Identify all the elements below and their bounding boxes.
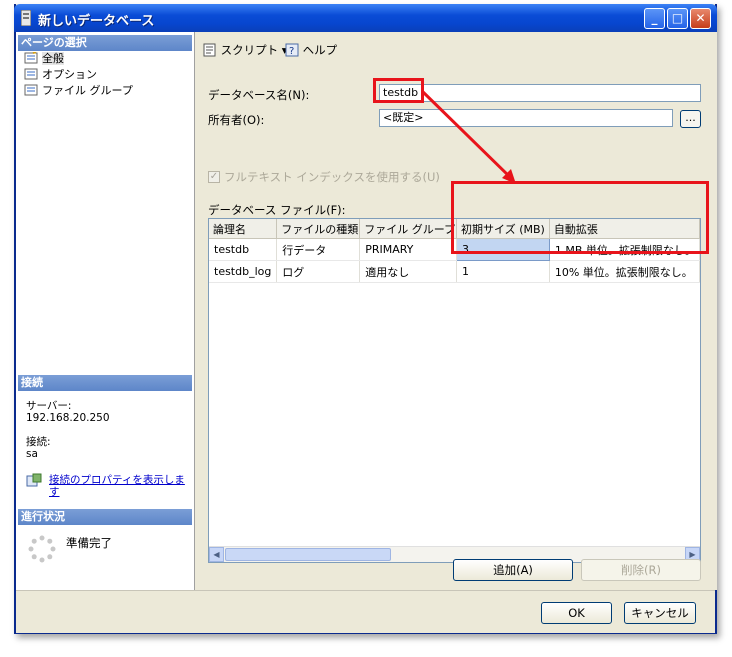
add-button[interactable]: 追加(A): [453, 559, 573, 581]
dialog-footer: OK キャンセル: [16, 590, 715, 633]
page-item-label: オプション: [42, 68, 97, 81]
db-icon: [21, 10, 31, 26]
script-label: スクリプト ▾: [220, 43, 288, 57]
server-label: サーバー:: [26, 400, 72, 412]
remove-button[interactable]: 削除(R): [581, 559, 701, 581]
script-icon: [203, 43, 216, 57]
column-header[interactable]: ファイルの種類: [276, 219, 361, 239]
left-panel: ページの選択 全般 オプション ファイル グループ 接続 サーバー: 192.1…: [16, 32, 195, 590]
fulltext-checkbox[interactable]: ✓: [208, 171, 220, 183]
window-title: 新しいデータベース: [38, 14, 155, 29]
svg-text:?: ?: [289, 46, 294, 57]
maximize-icon: □: [671, 11, 684, 25]
logical-name-cell[interactable]: testdb: [209, 238, 278, 261]
owner-label: 所有者(O):: [208, 113, 265, 127]
browse-owner-button[interactable]: ...: [680, 110, 701, 128]
page-item-label: 全般: [42, 52, 64, 65]
page-icon: [24, 52, 38, 64]
filegroup-cell[interactable]: 適用なし: [359, 260, 458, 283]
scroll-left-icon[interactable]: ◀: [209, 547, 224, 562]
toolbar: スクリプト ▾ ? ヘルプ: [195, 32, 717, 64]
database-files-grid: 論理名 ファイルの種類 ファイル グループ 初期サイズ (MB) 自動拡張 te…: [208, 218, 701, 563]
page-item-options[interactable]: オプション: [24, 67, 97, 83]
maximize-button[interactable]: □: [667, 8, 688, 29]
owner-input[interactable]: <既定>: [379, 109, 673, 127]
new-database-dialog: 新しいデータベース _ □ ✕ ページの選択 全般 オプション ファイル グルー…: [14, 4, 717, 634]
properties-link-text-wrap: す: [49, 486, 60, 498]
page-item-general[interactable]: 全般: [24, 51, 64, 67]
db-name-label: データベース名(N):: [208, 88, 310, 102]
minimize-icon: _: [651, 11, 658, 25]
page-item-filegroups[interactable]: ファイル グループ: [24, 83, 133, 99]
close-button[interactable]: ✕: [690, 8, 711, 29]
page-icon: [24, 68, 38, 80]
minimize-button[interactable]: _: [644, 8, 665, 29]
progress-status: 準備完了: [66, 536, 112, 550]
db-name-input[interactable]: testdb: [379, 84, 701, 102]
close-icon: ✕: [695, 11, 706, 25]
table-row[interactable]: testdb_log ログ 適用なし 1 10% 単位。拡張制限なし。: [209, 260, 700, 283]
column-header[interactable]: 論理名: [209, 219, 278, 239]
file-type-cell[interactable]: ログ: [276, 260, 361, 283]
ok-button[interactable]: OK: [541, 602, 612, 624]
connection-value: sa: [26, 448, 38, 460]
help-icon: ?: [285, 43, 299, 57]
filegroup-cell[interactable]: PRIMARY: [359, 238, 458, 261]
page-icon: [24, 84, 38, 96]
progress-header: 進行状況: [18, 509, 192, 525]
connection-label: 接続:: [26, 436, 51, 448]
server-value: 192.168.20.250: [26, 412, 110, 424]
spinner-icon: [28, 535, 56, 563]
title-bar: 新しいデータベース _ □ ✕: [14, 4, 717, 32]
autogrowth-cell[interactable]: 10% 単位。拡張制限なし。: [549, 260, 700, 283]
properties-link-text: 接続のプロパティを表示しま: [49, 474, 185, 486]
logical-name-cell[interactable]: testdb_log: [209, 260, 278, 283]
connection-header: 接続: [18, 375, 192, 391]
main-panel: スクリプト ▾ ? ヘルプ データベース名(N): testdb 所有者(O):…: [195, 32, 717, 590]
script-button[interactable]: スクリプト ▾: [203, 42, 288, 58]
fulltext-label: フルテキスト インデックスを使用する(U): [224, 170, 440, 184]
scroll-thumb[interactable]: [225, 548, 391, 561]
view-connection-properties-link[interactable]: 接続のプロパティを表示しま す: [49, 474, 189, 498]
help-button[interactable]: ? ヘルプ: [285, 42, 337, 58]
db-name-highlight-box: [373, 78, 424, 103]
file-type-cell[interactable]: 行データ: [276, 238, 361, 261]
help-label: ヘルプ: [302, 43, 338, 57]
page-item-label: ファイル グループ: [42, 84, 133, 97]
database-files-label: データベース ファイル(F):: [208, 203, 346, 217]
cancel-button[interactable]: キャンセル: [624, 602, 696, 624]
server-icon: [26, 473, 42, 487]
column-header[interactable]: ファイル グループ: [359, 219, 458, 239]
size-columns-highlight-box: [451, 181, 709, 254]
initial-size-cell[interactable]: 1: [456, 260, 550, 283]
page-select-header: ページの選択: [18, 35, 192, 51]
